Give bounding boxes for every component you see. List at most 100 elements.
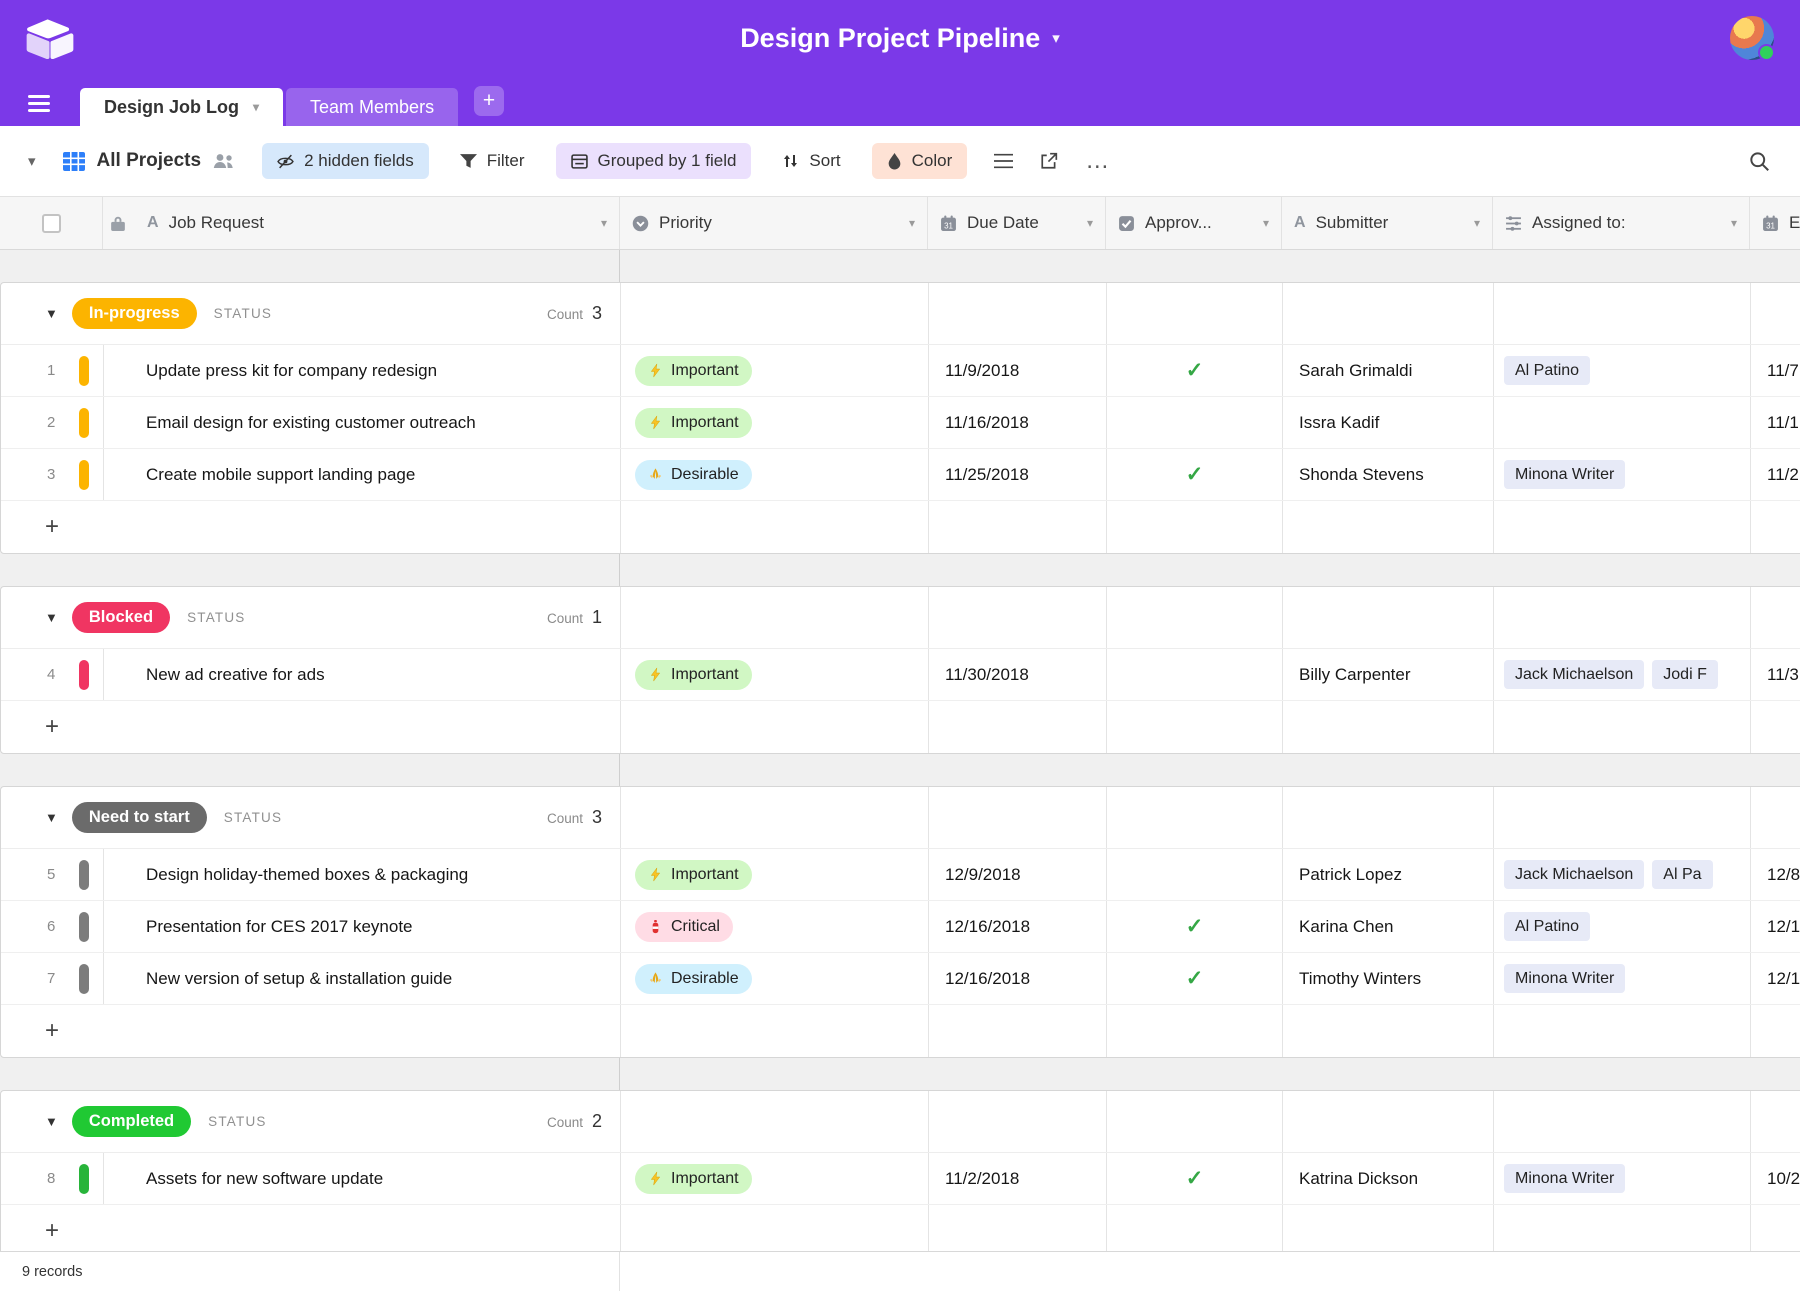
collapse-group-icon[interactable]: ▼ [45, 610, 58, 625]
collapse-group-icon[interactable]: ▼ [45, 306, 58, 321]
share-view-icon[interactable] [1040, 152, 1058, 170]
column-header-job-request[interactable]: A Job Request ▾ [103, 197, 620, 249]
cell-extra[interactable]: 12/8 [1751, 849, 1800, 900]
cell-submitter[interactable]: Karina Chen [1283, 901, 1494, 952]
cell-priority[interactable]: Important [621, 1153, 929, 1204]
group-button[interactable]: Grouped by 1 field [556, 143, 752, 179]
chevron-down-icon[interactable]: ▾ [1087, 216, 1093, 230]
cell-extra[interactable]: 12/1 [1751, 901, 1800, 952]
cell-assigned-to[interactable]: Minona Writer [1494, 1153, 1751, 1204]
row-number-cell[interactable]: 4 [1, 649, 104, 700]
cell-submitter[interactable]: Patrick Lopez [1283, 849, 1494, 900]
cell-assigned-to[interactable]: Minona Writer [1494, 449, 1751, 500]
row-number-cell[interactable]: 6 [1, 901, 104, 952]
cell-submitter[interactable]: Timothy Winters [1283, 953, 1494, 1004]
cell-priority[interactable]: Important [621, 649, 929, 700]
cell-priority[interactable]: Critical [621, 901, 929, 952]
plus-icon[interactable]: + [45, 1221, 59, 1241]
cell-job-request[interactable]: Create mobile support landing page [104, 449, 621, 500]
add-table-button[interactable]: + [474, 86, 504, 116]
cell-submitter[interactable]: Issra Kadif [1283, 397, 1494, 448]
cell-job-request[interactable]: New ad creative for ads [104, 649, 621, 700]
chevron-down-icon[interactable]: ▾ [601, 216, 607, 230]
cell-approved[interactable]: ✓ [1107, 345, 1283, 396]
cell-job-request[interactable]: Assets for new software update [104, 1153, 621, 1204]
cell-extra[interactable]: 11/3 [1751, 649, 1800, 700]
column-header-due-date[interactable]: 31 Due Date ▾ [928, 197, 1106, 249]
plus-icon[interactable]: + [45, 717, 59, 737]
chevron-down-icon[interactable]: ▾ [1263, 216, 1269, 230]
chevron-down-icon[interactable]: ▾ [909, 216, 915, 230]
cell-priority[interactable]: Desirable [621, 953, 929, 1004]
collapse-group-icon[interactable]: ▼ [45, 1114, 58, 1129]
plus-icon[interactable]: + [45, 517, 59, 537]
cell-approved[interactable] [1107, 397, 1283, 448]
cell-job-request[interactable]: Design holiday-themed boxes & packaging [104, 849, 621, 900]
plus-icon[interactable]: + [45, 1021, 59, 1041]
row-number-cell[interactable]: 7 [1, 953, 104, 1004]
cell-due-date[interactable]: 12/16/2018 [929, 953, 1107, 1004]
cell-priority[interactable]: Desirable [621, 449, 929, 500]
search-icon[interactable] [1749, 151, 1770, 172]
chevron-down-icon[interactable]: ▾ [1731, 216, 1737, 230]
chevron-down-icon[interactable]: ▾ [1052, 29, 1060, 47]
cell-approved[interactable]: ✓ [1107, 901, 1283, 952]
cell-extra[interactable]: 10/2 [1751, 1153, 1800, 1204]
cell-due-date[interactable]: 12/16/2018 [929, 901, 1107, 952]
cell-due-date[interactable]: 11/30/2018 [929, 649, 1107, 700]
color-button[interactable]: Color [872, 143, 968, 179]
user-avatar[interactable] [1730, 16, 1774, 60]
hamburger-icon[interactable] [28, 95, 50, 112]
cell-due-date[interactable]: 12/9/2018 [929, 849, 1107, 900]
cell-submitter[interactable]: Billy Carpenter [1283, 649, 1494, 700]
cell-approved[interactable]: ✓ [1107, 953, 1283, 1004]
cell-priority[interactable]: Important [621, 849, 929, 900]
view-switcher[interactable]: All Projects [63, 150, 236, 172]
views-sidebar-toggle[interactable]: ▾ [28, 152, 36, 170]
row-height-icon[interactable] [994, 153, 1013, 169]
row-number-cell[interactable]: 1 [1, 345, 104, 396]
cell-assigned-to[interactable]: Minona Writer [1494, 953, 1751, 1004]
cell-extra[interactable]: 11/2 [1751, 449, 1800, 500]
add-row[interactable]: + [1, 1005, 1800, 1057]
cell-approved[interactable] [1107, 849, 1283, 900]
select-all-checkbox[interactable] [42, 214, 61, 233]
cell-due-date[interactable]: 11/2/2018 [929, 1153, 1107, 1204]
cell-job-request[interactable]: Email design for existing customer outre… [104, 397, 621, 448]
add-row[interactable]: + [1, 501, 1800, 553]
cell-extra[interactable]: 11/1 [1751, 397, 1800, 448]
row-number-cell[interactable]: 8 [1, 1153, 104, 1204]
cell-extra[interactable]: 12/1 [1751, 953, 1800, 1004]
cell-assigned-to[interactable]: Al Patino [1494, 901, 1751, 952]
column-header-approved[interactable]: Approv... ▾ [1106, 197, 1282, 249]
sort-button[interactable]: Sort [778, 143, 844, 179]
more-options-button[interactable]: … [1085, 156, 1110, 166]
column-header-extra[interactable]: 31 E [1750, 197, 1800, 249]
cell-due-date[interactable]: 11/16/2018 [929, 397, 1107, 448]
chevron-down-icon[interactable]: ▾ [253, 100, 259, 114]
row-number-cell[interactable]: 3 [1, 449, 104, 500]
filter-button[interactable]: Filter [456, 143, 529, 179]
cell-due-date[interactable]: 11/25/2018 [929, 449, 1107, 500]
cell-submitter[interactable]: Katrina Dickson [1283, 1153, 1494, 1204]
column-header-assigned-to[interactable]: Assigned to: ▾ [1493, 197, 1750, 249]
column-header-priority[interactable]: Priority ▾ [620, 197, 928, 249]
cell-approved[interactable] [1107, 649, 1283, 700]
cell-job-request[interactable]: New version of setup & installation guid… [104, 953, 621, 1004]
add-row[interactable]: + [1, 701, 1800, 753]
cell-priority[interactable]: Important [621, 397, 929, 448]
collapse-group-icon[interactable]: ▼ [45, 810, 58, 825]
add-row[interactable]: + [1, 1205, 1800, 1251]
cell-submitter[interactable]: Shonda Stevens [1283, 449, 1494, 500]
tab-team-members[interactable]: Team Members [286, 88, 458, 126]
row-number-cell[interactable]: 5 [1, 849, 104, 900]
chevron-down-icon[interactable]: ▾ [1474, 216, 1480, 230]
cell-approved[interactable]: ✓ [1107, 1153, 1283, 1204]
cell-due-date[interactable]: 11/9/2018 [929, 345, 1107, 396]
cell-assigned-to[interactable] [1494, 397, 1751, 448]
row-number-cell[interactable]: 2 [1, 397, 104, 448]
cell-approved[interactable]: ✓ [1107, 449, 1283, 500]
cell-extra[interactable]: 11/7 [1751, 345, 1800, 396]
cell-job-request[interactable]: Presentation for CES 2017 keynote [104, 901, 621, 952]
cell-priority[interactable]: Important [621, 345, 929, 396]
